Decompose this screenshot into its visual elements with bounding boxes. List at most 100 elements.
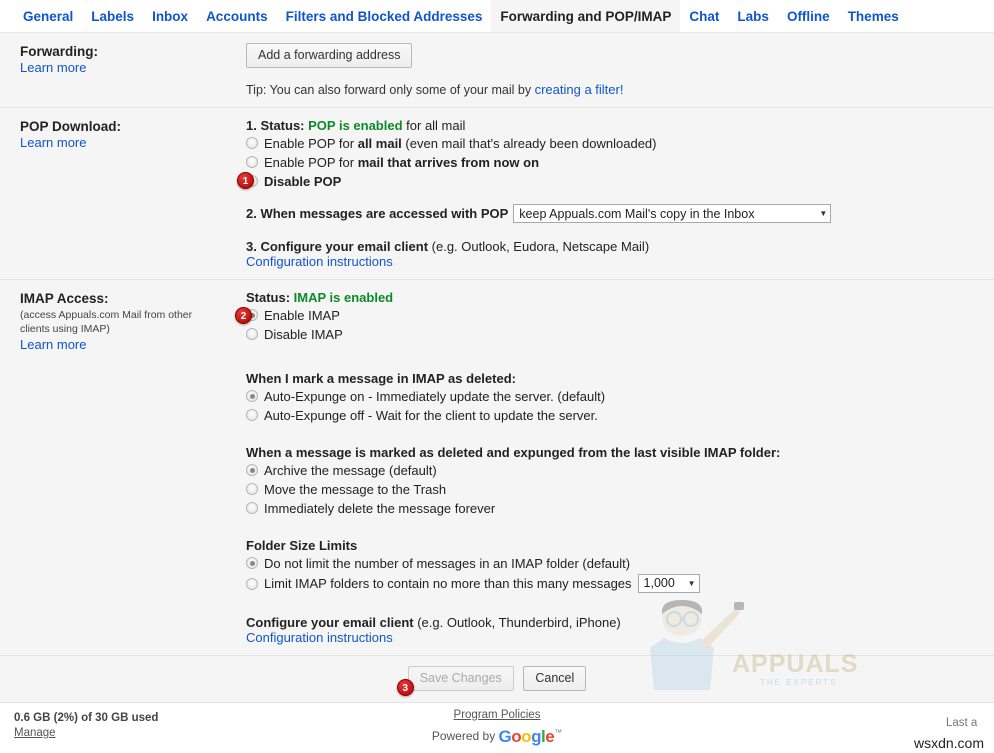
imap-content: APPUALS THE EXPERTS Status: IMAP is enab…: [232, 280, 994, 690]
pop-option-from-now-on[interactable]: Enable POP for mail that arrives from no…: [246, 154, 984, 171]
imap-status-prefix: Status:: [246, 290, 294, 305]
imap-note: (access Appuals.com Mail from other clie…: [20, 309, 193, 335]
imap-expunge-off[interactable]: Auto-Expunge off - Wait for the client t…: [246, 407, 984, 424]
forwarding-tip-text: Tip: You can also forward only some of y…: [246, 83, 535, 97]
forwarding-content: Add a forwarding address Tip: You can al…: [232, 33, 994, 107]
imap-status-value: IMAP is enabled: [293, 290, 394, 305]
pop-action-select-value: keep Appuals.com Mail's copy in the Inbo…: [519, 206, 755, 221]
pop-step3-bold: 3. Configure your email client: [246, 239, 429, 254]
imap-option-enable[interactable]: Enable IMAP 2: [235, 307, 984, 324]
footer-center: Program Policies Powered by Google™: [0, 709, 994, 747]
radio-folder-limit[interactable]: [246, 577, 258, 590]
imap-deleted-archive-label: Archive the message (default): [264, 463, 437, 478]
imap-learn-more-link[interactable]: Learn more: [20, 337, 86, 352]
tab-inbox[interactable]: Inbox: [143, 0, 197, 32]
tab-offline[interactable]: Offline: [778, 0, 839, 32]
imap-option-enable-label: Enable IMAP: [264, 308, 340, 323]
imap-deleted-forever[interactable]: Immediately delete the message forever: [246, 500, 984, 517]
folder-limit-select[interactable]: 1,000 ▼: [637, 574, 700, 593]
pop-status-value: POP is enabled: [308, 118, 403, 133]
imap-option-disable[interactable]: Disable IMAP: [246, 326, 984, 343]
pop-section-label: POP Download: Learn more: [0, 108, 232, 279]
pop-title: POP Download:: [20, 119, 122, 134]
imap-deleted-trash[interactable]: Move the message to the Trash: [246, 481, 984, 498]
radio-move-to-trash[interactable]: [246, 483, 258, 495]
tab-themes[interactable]: Themes: [839, 0, 908, 32]
imap-section-label: IMAP Access: (access Appuals.com Mail fr…: [0, 280, 232, 655]
imap-title: IMAP Access:: [20, 291, 109, 306]
imap-folder-limit[interactable]: Limit IMAP folders to contain no more th…: [246, 574, 984, 593]
forwarding-section: Forwarding: Learn more Add a forwarding …: [0, 33, 994, 108]
pop-step3-rest: (e.g. Outlook, Eudora, Netscape Mail): [428, 239, 650, 254]
pop-learn-more-link[interactable]: Learn more: [20, 135, 86, 150]
tab-labels[interactable]: Labels: [82, 0, 143, 32]
imap-folder-limit-label: Limit IMAP folders to contain no more th…: [264, 576, 632, 591]
imap-configure-group: Configure your email client (e.g. Outloo…: [246, 615, 984, 645]
pop-action-select[interactable]: keep Appuals.com Mail's copy in the Inbo…: [513, 204, 832, 223]
pop-status-suffix: for all mail: [402, 118, 466, 133]
pop-step3-block: 3. Configure your email client (e.g. Out…: [246, 239, 984, 269]
step-badge-3: 3: [396, 679, 414, 696]
forwarding-section-label: Forwarding: Learn more: [0, 33, 232, 107]
last-activity-text: Last a: [946, 717, 978, 729]
radio-pop-from-now-on[interactable]: [246, 156, 258, 168]
pop-status-line: 1. Status: POP is enabled for all mail: [246, 118, 984, 133]
tab-labs[interactable]: Labs: [728, 0, 778, 32]
radio-delete-forever[interactable]: [246, 502, 258, 514]
imap-expunge-group: When I mark a message in IMAP as deleted…: [246, 371, 984, 424]
tab-filters-and-blocked-addresses[interactable]: Filters and Blocked Addresses: [277, 0, 492, 32]
google-logo: Google: [498, 727, 555, 746]
forwarding-learn-more-link[interactable]: Learn more: [20, 60, 86, 75]
pop-step2-row: 2. When messages are accessed with POP k…: [246, 204, 984, 223]
pop-option-disable[interactable]: Disable POP 1: [237, 172, 984, 190]
imap-configure-rest: (e.g. Outlook, Thunderbird, iPhone): [413, 615, 621, 630]
radio-auto-expunge-off[interactable]: [246, 409, 258, 421]
pop-download-section: POP Download: Learn more 1. Status: POP …: [0, 108, 994, 280]
chevron-down-icon: ▼: [819, 209, 828, 218]
chevron-down-icon: ▼: [687, 579, 696, 588]
tab-accounts[interactable]: Accounts: [197, 0, 277, 32]
creating-a-filter-link[interactable]: creating a filter!: [535, 82, 624, 97]
radio-archive-message[interactable]: [246, 464, 258, 476]
pop-configuration-instructions-link[interactable]: Configuration instructions: [246, 254, 393, 269]
imap-expunge-off-label: Auto-Expunge off - Wait for the client t…: [264, 408, 598, 423]
pop-option-from-now-on-label: Enable POP for mail that arrives from no…: [264, 155, 540, 170]
page-footer: 0.6 GB (2%) of 30 GB used Manage Program…: [0, 703, 994, 753]
imap-deleted-title: When a message is marked as deleted and …: [246, 445, 781, 460]
imap-folder-no-limit-label: Do not limit the number of messages in a…: [264, 556, 631, 571]
imap-option-disable-label: Disable IMAP: [264, 327, 343, 342]
pop-option-disable-label: Disable POP: [264, 174, 342, 189]
imap-configure-bold: Configure your email client: [246, 615, 414, 630]
radio-pop-all-mail[interactable]: [246, 137, 258, 149]
tab-forwarding-and-pop-imap[interactable]: Forwarding and POP/IMAP: [491, 0, 681, 32]
imap-deleted-archive[interactable]: Archive the message (default): [246, 462, 984, 479]
radio-auto-expunge-on[interactable]: [246, 390, 258, 402]
pop-content: 1. Status: POP is enabled for all mail E…: [232, 108, 994, 279]
imap-deleted-forever-label: Immediately delete the message forever: [264, 501, 496, 516]
pop-step2-label: 2. When messages are accessed with POP: [246, 206, 509, 221]
imap-configure-line: Configure your email client (e.g. Outloo…: [246, 615, 984, 630]
forwarding-title: Forwarding:: [20, 44, 98, 59]
form-actions-row: Save Changes 3 Cancel: [0, 656, 994, 703]
imap-folder-size-group: Folder Size Limits Do not limit the numb…: [246, 538, 984, 593]
imap-configuration-instructions-link[interactable]: Configuration instructions: [246, 630, 393, 645]
tab-chat[interactable]: Chat: [680, 0, 728, 32]
imap-deleted-group: When a message is marked as deleted and …: [246, 445, 984, 517]
add-forwarding-address-button[interactable]: Add a forwarding address: [246, 43, 413, 68]
tab-general[interactable]: General: [14, 0, 82, 32]
radio-imap-disable[interactable]: [246, 328, 258, 340]
imap-status-line: Status: IMAP is enabled: [246, 290, 984, 305]
imap-folder-size-title: Folder Size Limits: [246, 538, 358, 553]
step-badge-1: 1: [237, 172, 254, 189]
powered-by-text: Powered by: [431, 729, 496, 743]
cancel-button[interactable]: Cancel: [523, 666, 587, 691]
save-changes-button[interactable]: Save Changes: [407, 666, 514, 691]
imap-folder-no-limit[interactable]: Do not limit the number of messages in a…: [246, 555, 984, 572]
imap-expunge-on[interactable]: Auto-Expunge on - Immediately update the…: [246, 388, 984, 405]
imap-expunge-on-label: Auto-Expunge on - Immediately update the…: [264, 389, 606, 404]
pop-step3-line: 3. Configure your email client (e.g. Out…: [246, 239, 984, 254]
radio-no-folder-limit[interactable]: [246, 557, 258, 569]
imap-expunge-title: When I mark a message in IMAP as deleted…: [246, 371, 516, 386]
pop-option-all-mail[interactable]: Enable POP for all mail (even mail that'…: [246, 135, 984, 152]
program-policies-link[interactable]: Program Policies: [454, 709, 541, 721]
